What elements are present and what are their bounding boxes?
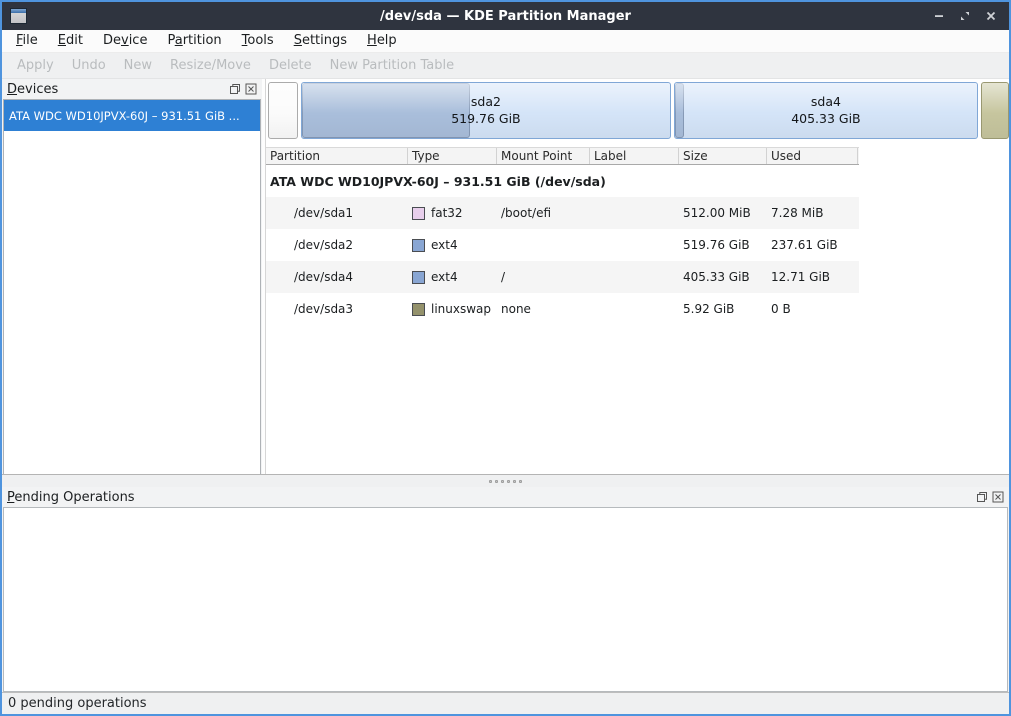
partition-name: /dev/sda2 [266,238,408,252]
sda4-used-overlay [675,83,684,138]
close-button[interactable] [983,8,999,24]
partition-table: Partition Type Mount Point Label Size Us… [266,147,1009,325]
maximize-button[interactable] [957,8,973,24]
minimize-button[interactable] [931,8,947,24]
devices-panel: Devices ATA WDC WD10JPVX-60J – 931.51 [2,79,262,474]
menu-partition[interactable]: Partition [157,30,231,52]
partition-bar-segment-sda2[interactable]: sda2 519.76 GiB [301,82,671,139]
pending-operations-panel: Pending Operations [2,487,1009,692]
toolbar: Apply Undo New Resize/Move Delete New Pa… [2,53,1009,79]
fat32-color-swatch [412,207,425,220]
horizontal-splitter[interactable] [2,474,1009,487]
device-list-item[interactable]: ATA WDC WD10JPVX-60J – 931.51 GiB ... [4,100,260,131]
devices-float-button[interactable] [228,83,241,96]
dock-close-icon [245,83,257,95]
column-header-used[interactable]: Used [767,148,858,164]
new-partition-table-button[interactable]: New Partition Table [321,58,463,73]
pending-float-button[interactable] [975,491,988,504]
pending-operations-count: 0 pending operations [8,696,147,711]
column-header-size[interactable]: Size [679,148,767,164]
window-title: /dev/sda — KDE Partition Manager [2,9,1009,24]
partition-name: /dev/sda3 [266,302,408,316]
table-row-sda1[interactable]: /dev/sda1 fat32 /boot/efi 512.00 MiB 7.2… [266,197,859,229]
float-icon [976,491,988,503]
partition-bar: sda2 519.76 GiB sda4 405.33 GiB [266,79,1009,147]
sda4-label: sda4 405.33 GiB [791,94,860,128]
partition-name: /dev/sda1 [266,206,408,220]
table-row-sda3[interactable]: /dev/sda3 linuxswap none 5.92 GiB 0 B [266,293,859,325]
partition-bar-segment-sda1[interactable] [268,82,298,139]
partition-used: 0 B [767,302,858,316]
menubar: File Edit Device Partition Tools Setting… [2,30,1009,53]
partition-type: ext4 [408,238,497,252]
partition-size: 512.00 MiB [679,206,767,220]
menu-help[interactable]: Help [357,30,407,52]
pending-operations-list [3,507,1008,692]
menu-edit[interactable]: Edit [48,30,93,52]
ext4-color-swatch [412,239,425,252]
device-detail-pane: sda2 519.76 GiB sda4 405.33 GiB Partitio… [265,79,1009,474]
partition-table-header: Partition Type Mount Point Label Size Us… [266,147,859,165]
titlebar[interactable]: /dev/sda — KDE Partition Manager [2,2,1009,30]
devices-close-button[interactable] [244,83,257,96]
table-row-sda2[interactable]: /dev/sda2 ext4 519.76 GiB 237.61 GiB [266,229,859,261]
menu-tools[interactable]: Tools [232,30,284,52]
window-controls [931,8,1009,24]
float-icon [229,83,241,95]
maximize-icon [959,10,971,22]
minimize-icon [933,10,945,22]
partition-bar-segment-sda4[interactable]: sda4 405.33 GiB [674,82,978,139]
column-header-partition[interactable]: Partition [266,148,408,164]
column-header-label[interactable]: Label [590,148,679,164]
table-row-sda4[interactable]: /dev/sda4 ext4 / 405.33 GiB 12.71 GiB [266,261,859,293]
apply-button[interactable]: Apply [8,58,63,73]
delete-button[interactable]: Delete [260,58,321,73]
ext4-color-swatch [412,271,425,284]
pending-operations-header: Pending Operations [2,487,1009,507]
window-icon[interactable] [10,8,27,24]
partition-used: 237.61 GiB [767,238,858,252]
column-header-type[interactable]: Type [408,148,497,164]
partition-name: /dev/sda4 [266,270,408,284]
undo-button[interactable]: Undo [63,58,115,73]
pending-close-button[interactable] [991,491,1004,504]
close-icon [985,10,997,22]
menu-settings[interactable]: Settings [284,30,357,52]
device-summary-row[interactable]: ATA WDC WD10JPVX-60J – 931.51 GiB (/dev/… [266,165,859,197]
mount-point: / [497,270,590,284]
partition-used: 7.28 MiB [767,206,858,220]
device-list: ATA WDC WD10JPVX-60J – 931.51 GiB ... [3,99,261,474]
partition-size: 405.33 GiB [679,270,767,284]
partition-type: linuxswap [408,302,497,316]
mount-point: none [497,302,590,316]
menu-device[interactable]: Device [93,30,157,52]
main-area: Devices ATA WDC WD10JPVX-60J – 931.51 [2,79,1009,474]
partition-bar-segment-sda3[interactable] [981,82,1009,139]
devices-panel-header: Devices [2,79,262,99]
statusbar: 0 pending operations [2,692,1009,714]
app-window: /dev/sda — KDE Partition Manager File Ed… [0,0,1011,716]
partition-type: ext4 [408,270,497,284]
sda2-used-overlay [302,83,470,138]
sda2-label: sda2 519.76 GiB [451,94,520,128]
resize-move-button[interactable]: Resize/Move [161,58,260,73]
linuxswap-color-swatch [412,303,425,316]
new-button[interactable]: New [115,58,161,73]
mount-point: /boot/efi [497,206,590,220]
partition-used: 12.71 GiB [767,270,858,284]
menu-file[interactable]: File [6,30,48,52]
partition-size: 5.92 GiB [679,302,767,316]
column-header-mount-point[interactable]: Mount Point [497,148,590,164]
devices-panel-title: Devices [7,82,58,97]
dock-close-icon [992,491,1004,503]
partition-type: fat32 [408,206,497,220]
partition-size: 519.76 GiB [679,238,767,252]
pending-operations-title: Pending Operations [7,490,135,505]
